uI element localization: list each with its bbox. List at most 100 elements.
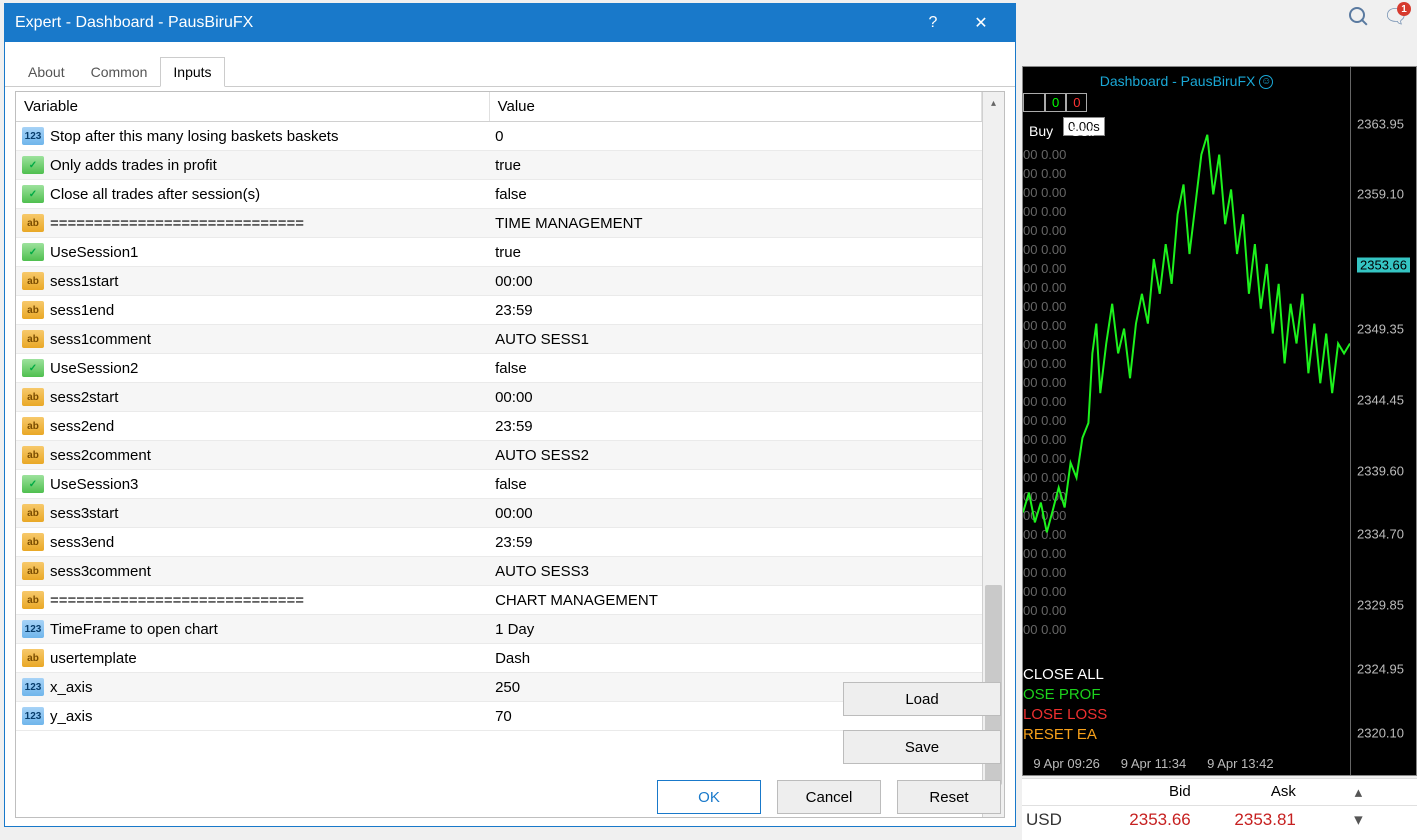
close-button[interactable]: ✕ [957,4,1005,42]
input-variable-name: Stop after this many losing baskets bask… [50,128,338,145]
str-type-icon: ab [22,504,44,522]
input-value-cell[interactable]: AUTO SESS3 [489,557,981,586]
load-button[interactable]: Load [843,682,1001,716]
input-value-cell[interactable]: Dash [489,644,981,673]
app-top-icons: 1 [1349,6,1405,28]
input-variable-name: sess3end [50,534,114,551]
close-profit-label[interactable]: OSE PROF [1023,685,1107,705]
symbol-cell[interactable]: USD [1022,806,1102,834]
ask-header[interactable]: Ask [1207,779,1312,805]
input-value-cell[interactable]: 23:59 [489,296,981,325]
price-tick: 2359.10 [1357,187,1404,202]
input-variable-name: sess1start [50,273,118,290]
input-row[interactable]: absess3commentAUTO SESS3 [16,557,982,586]
price-tick: 2334.70 [1357,527,1404,542]
input-value-cell[interactable]: false [489,180,981,209]
reset-ea-label[interactable]: RESET EA [1023,725,1107,745]
input-row[interactable]: ab ============================= TIME MANA… [16,209,982,238]
input-value-cell[interactable]: 00:00 [489,499,981,528]
str-type-icon: ab [22,214,44,232]
input-row[interactable]: 123Stop after this many losing baskets b… [16,122,982,151]
chart-body[interactable]: Dashboard - PausBiruFX ☺ 0 0 0.00s Buy S… [1023,67,1350,775]
input-row[interactable]: ab sess1comment AUTO SESS1 [16,325,982,354]
price-tick: 2363.95 [1357,116,1404,131]
input-variable-name: UseSession2 [50,360,138,377]
input-value-cell[interactable]: 23:59 [489,412,981,441]
close-loss-label[interactable]: LOSE LOSS [1023,705,1107,725]
scroll-up-icon[interactable]: ▴ [1312,779,1417,805]
bid-header[interactable]: Bid [1102,779,1207,805]
input-value-cell[interactable]: 0 [489,122,981,151]
input-row[interactable]: ab sess2comment AUTO SESS2 [16,441,982,470]
input-row[interactable]: abusertemplateDash [16,644,982,673]
input-value-cell[interactable]: 00:00 [489,383,981,412]
input-row[interactable]: 123 TimeFrame to open chart 1 Day [16,615,982,644]
close-all-label[interactable]: CLOSE ALL [1023,665,1107,685]
tab-inputs[interactable]: Inputs [160,57,224,87]
price-tick: 2320.10 [1357,725,1404,740]
input-variable-name: y_axis [50,708,93,725]
input-row[interactable]: ab sess1start 00:00 [16,267,982,296]
num-type-icon: 123 [22,620,44,638]
input-value-cell[interactable]: 23:59 [489,528,981,557]
price-tick: 2329.85 [1357,598,1404,613]
input-variable-name: Only adds trades in profit [50,157,217,174]
input-row[interactable]: absess3start00:00 [16,499,982,528]
chart-action-labels: CLOSE ALL OSE PROF LOSE LOSS RESET EA [1023,665,1107,745]
input-value-cell[interactable]: TIME MANAGEMENT [489,209,981,238]
input-value-cell[interactable]: false [489,470,981,499]
input-row[interactable]: ✓Only adds trades in profittrue [16,151,982,180]
price-tick: 2339.60 [1357,463,1404,478]
input-row[interactable]: absess3end23:59 [16,528,982,557]
chart-price-axis: 2363.952359.102353.662349.352344.452339.… [1350,67,1416,775]
input-value-cell[interactable]: AUTO SESS2 [489,441,981,470]
input-variable-name: sess2comment [50,447,151,464]
reset-button[interactable]: Reset [897,780,1001,814]
input-variable-name: sess2end [50,418,114,435]
dialog-tabs: About Common Inputs [5,42,1015,87]
input-row[interactable]: ✓UseSession2false [16,354,982,383]
input-row[interactable]: absess2start00:00 [16,383,982,412]
str-type-icon: ab [22,417,44,435]
scroll-down-icon[interactable]: ▾ [1312,806,1417,834]
str-type-icon: ab [22,272,44,290]
notification-icon[interactable]: 1 [1383,6,1405,28]
dialog-titlebar: Expert - Dashboard - PausBiruFX ? ✕ [5,4,1015,42]
dialog-side-buttons: Load Save [843,682,1001,764]
inputs-grid[interactable]: Variable Value 123Stop after this many l… [16,92,982,817]
tab-about[interactable]: About [15,57,78,86]
str-type-icon: ab [22,446,44,464]
input-row[interactable]: ✓UseSession3false [16,470,982,499]
input-variable-name: ============================= [50,215,304,232]
ok-button[interactable]: OK [657,780,761,814]
cancel-button[interactable]: Cancel [777,780,881,814]
input-value-cell[interactable]: AUTO SESS1 [489,325,981,354]
input-row[interactable]: absess1end23:59 [16,296,982,325]
input-row[interactable]: ✓Close all trades after session(s)false [16,180,982,209]
help-button[interactable]: ? [909,4,957,42]
input-value-cell[interactable]: true [489,151,981,180]
input-row[interactable]: 123x_axis250 [16,673,982,702]
scroll-up-icon[interactable]: ▴ [983,92,1004,114]
chart-title-text: Dashboard - PausBiruFX [1100,73,1256,89]
input-value-cell[interactable]: 1 Day [489,615,981,644]
price-tick: 2344.45 [1357,392,1404,407]
save-button[interactable]: Save [843,730,1001,764]
search-icon[interactable] [1349,7,1369,27]
str-type-icon: ab [22,330,44,348]
input-row[interactable]: ✓UseSession1true [16,238,982,267]
input-row[interactable]: ab=============================CHART MAN… [16,586,982,615]
bool-type-icon: ✓ [22,185,44,203]
input-row[interactable]: ab sess2end 23:59 [16,412,982,441]
input-value-cell[interactable]: false [489,354,981,383]
input-value-cell[interactable]: CHART MANAGEMENT [489,586,981,615]
input-variable-name: TimeFrame to open chart [50,621,218,638]
column-variable[interactable]: Variable [16,92,489,122]
num-type-icon: 123 [22,707,44,725]
input-variable-name: sess1comment [50,331,151,348]
input-value-cell[interactable]: true [489,238,981,267]
column-value[interactable]: Value [489,92,981,122]
tab-common[interactable]: Common [78,57,161,86]
input-row[interactable]: 123y_axis70 [16,702,982,731]
input-value-cell[interactable]: 00:00 [489,267,981,296]
